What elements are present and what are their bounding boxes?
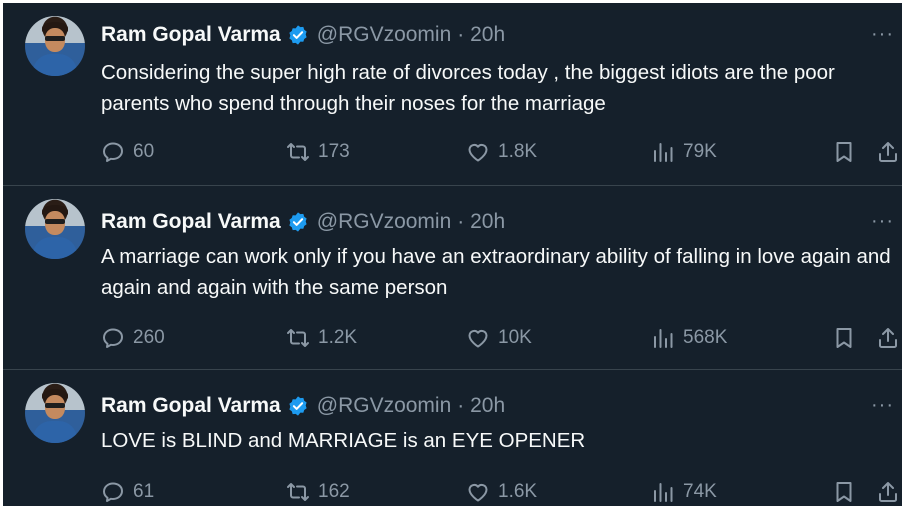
views-count: 79K xyxy=(683,141,717,162)
retweet-count: 162 xyxy=(318,481,350,502)
tweet-time[interactable]: · 20h xyxy=(457,394,505,418)
reply-count: 60 xyxy=(133,141,155,162)
avatar[interactable] xyxy=(25,16,85,76)
more-icon[interactable]: ··· xyxy=(871,394,894,417)
like-icon xyxy=(468,330,488,348)
share-icon xyxy=(879,328,897,348)
avatar-shoulders xyxy=(33,237,77,259)
share-button[interactable] xyxy=(876,322,900,354)
retweet-icon xyxy=(287,329,309,347)
like-button[interactable]: 1.6K xyxy=(466,476,537,506)
like-button[interactable]: 1.8K xyxy=(466,136,537,168)
share-icon xyxy=(879,142,897,162)
author-name[interactable]: Ram Gopal Varma xyxy=(101,394,281,418)
more-icon[interactable]: ··· xyxy=(871,23,894,46)
like-count: 1.6K xyxy=(498,481,538,502)
retweet-button[interactable]: 1.2K xyxy=(286,322,357,354)
bookmark-icon xyxy=(836,142,852,162)
retweet-icon xyxy=(287,483,309,501)
tweet-actions: 60 173 1.8K 79K xyxy=(3,136,902,168)
avatar-glasses xyxy=(45,219,65,224)
author-handle[interactable]: @RGVzoomin xyxy=(317,210,452,234)
avatar-shoulders xyxy=(33,54,77,76)
retweet-icon xyxy=(287,143,309,161)
verified-badge-icon xyxy=(289,212,307,232)
verified-badge-icon xyxy=(289,25,307,45)
retweet-button[interactable]: 162 xyxy=(286,476,350,506)
retweet-count: 173 xyxy=(318,141,350,162)
tweet-header: Ram Gopal Varma @RGVzoomin · 20h xyxy=(101,392,505,420)
author-handle[interactable]: @RGVzoomin xyxy=(317,23,452,47)
tweet-header: Ram Gopal Varma @RGVzoomin · 20h xyxy=(101,208,505,236)
avatar-shoulders xyxy=(33,421,77,443)
bookmark-icon xyxy=(836,482,852,502)
like-icon xyxy=(468,484,488,502)
reply-count: 61 xyxy=(133,481,155,502)
retweet-count: 1.2K xyxy=(318,327,358,348)
tweet-text: A marriage can work only if you have an … xyxy=(101,245,891,299)
reply-button[interactable]: 60 xyxy=(101,136,154,168)
tweet[interactable]: Ram Gopal Varma @RGVzoomin · 20h ··· Con… xyxy=(3,3,902,185)
like-button[interactable]: 10K xyxy=(466,322,532,354)
retweet-button[interactable]: 173 xyxy=(286,136,350,168)
avatar-glasses xyxy=(45,36,65,41)
verified-badge-icon xyxy=(289,396,307,416)
share-button[interactable] xyxy=(876,476,900,506)
bookmark-button[interactable] xyxy=(832,476,856,506)
views-icon xyxy=(654,483,673,502)
tweet[interactable]: Ram Gopal Varma @RGVzoomin · 20h ··· A m… xyxy=(3,185,902,369)
tweet-text: Considering the super high rate of divor… xyxy=(101,61,835,115)
views-count: 74K xyxy=(683,481,717,502)
bookmark-button[interactable] xyxy=(832,322,856,354)
author-name[interactable]: Ram Gopal Varma xyxy=(101,23,281,47)
more-icon[interactable]: ··· xyxy=(871,210,894,233)
reply-count: 260 xyxy=(133,327,165,348)
like-count: 10K xyxy=(498,327,532,348)
tweet-actions: 61 162 1.6K 74K xyxy=(3,476,902,506)
author-name[interactable]: Ram Gopal Varma xyxy=(101,210,281,234)
avatar[interactable] xyxy=(25,199,85,259)
share-icon xyxy=(879,482,897,502)
avatar[interactable] xyxy=(25,383,85,443)
timeline: Ram Gopal Varma @RGVzoomin · 20h ··· Con… xyxy=(3,3,902,506)
bookmark-icon xyxy=(836,328,852,348)
reply-icon xyxy=(103,482,123,502)
tweet-text: LOVE is BLIND and MARRIAGE is an EYE OPE… xyxy=(101,429,586,452)
reply-icon xyxy=(103,142,123,162)
tweet-header: Ram Gopal Varma @RGVzoomin · 20h xyxy=(101,21,505,49)
reply-button[interactable]: 61 xyxy=(101,476,154,506)
like-count: 1.8K xyxy=(498,141,538,162)
views-icon xyxy=(654,329,673,348)
views-icon xyxy=(654,143,673,162)
views-button[interactable]: 568K xyxy=(651,322,727,354)
share-button[interactable] xyxy=(876,136,900,168)
avatar-glasses xyxy=(45,403,65,408)
bookmark-button[interactable] xyxy=(832,136,856,168)
views-count: 568K xyxy=(683,327,728,348)
like-icon xyxy=(468,144,488,162)
views-button[interactable]: 74K xyxy=(651,476,717,506)
author-handle[interactable]: @RGVzoomin xyxy=(317,394,452,418)
tweet-time[interactable]: · 20h xyxy=(457,23,505,47)
tweet-time[interactable]: · 20h xyxy=(457,210,505,234)
views-button[interactable]: 79K xyxy=(651,136,717,168)
reply-icon xyxy=(103,328,123,348)
tweet-actions: 260 1.2K 10K 568K xyxy=(3,322,902,354)
tweet[interactable]: Ram Gopal Varma @RGVzoomin · 20h ··· LOV… xyxy=(3,369,902,506)
reply-button[interactable]: 260 xyxy=(101,322,165,354)
